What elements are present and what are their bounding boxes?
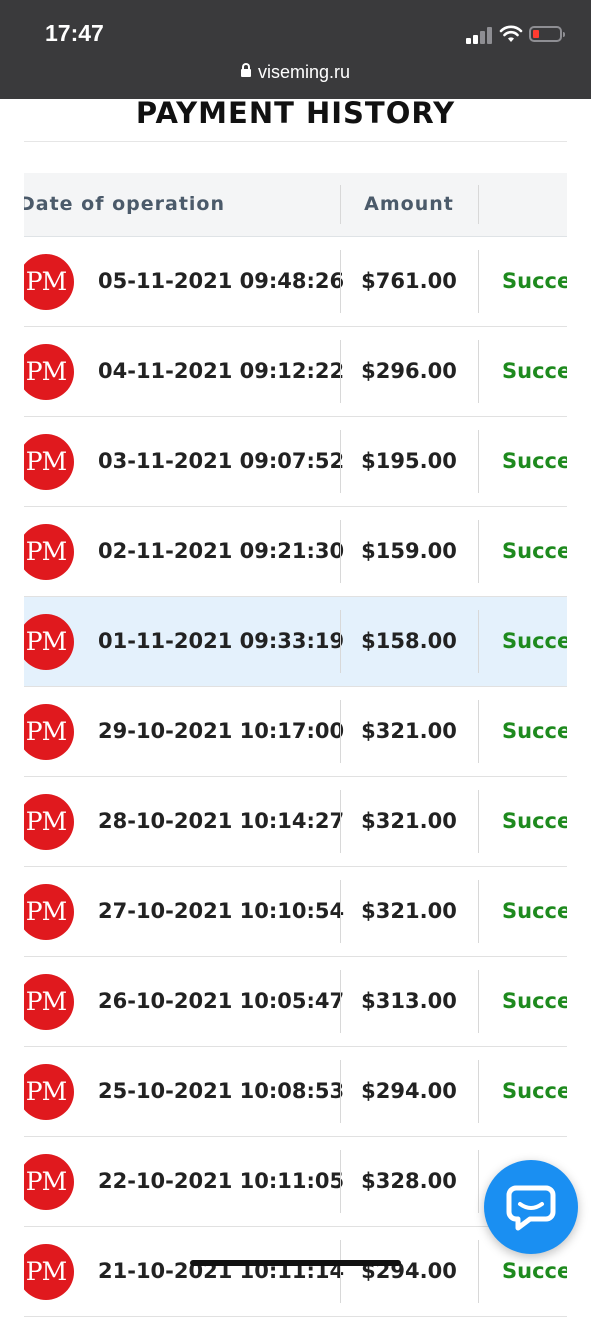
operation-date: 01-11-2021 09:33:19: [98, 629, 345, 653]
column-divider: [478, 1240, 479, 1303]
perfect-money-logo-icon: PM: [24, 344, 74, 400]
table-row[interactable]: PM 21-10-2021 10:11:14 $294.00 Succe: [24, 1227, 567, 1317]
title-divider: [24, 141, 567, 142]
operation-date: 25-10-2021 10:08:53: [98, 1079, 345, 1103]
battery-icon: [529, 26, 565, 42]
signal-icon: [466, 27, 492, 44]
browser-status-bar: 17:47 viseming.ru: [0, 0, 591, 99]
perfect-money-logo-icon: PM: [24, 434, 74, 490]
page-title: PAYMENT HISTORY: [135, 96, 456, 130]
url-text: viseming.ru: [257, 62, 351, 82]
perfect-money-logo-icon: PM: [24, 254, 74, 310]
column-header-date[interactable]: Date of operation: [24, 173, 225, 236]
table-body: PM 05-11-2021 09:48:26 $761.00 Succe PM 04-11…: [24, 237, 567, 1317]
battery-level: [533, 30, 539, 38]
operation-date: 03-11-2021 09:07:52: [98, 449, 345, 473]
perfect-money-logo-icon: PM: [24, 974, 74, 1030]
operation-date: 27-10-2021 10:10:54: [98, 899, 345, 923]
payment-amount: $313.00: [361, 989, 457, 1013]
payment-history-table[interactable]: Date of operation Amount PM 05-11-2021 09…: [24, 173, 567, 1317]
table-row[interactable]: PM 04-11-2021 09:12:22 $296.00 Succe: [24, 327, 567, 417]
table-row[interactable]: PM 28-10-2021 10:14:27 $321.00 Succe: [24, 777, 567, 867]
payment-amount: $321.00: [361, 719, 457, 743]
perfect-money-logo-icon: PM: [24, 524, 74, 580]
column-header-amount[interactable]: Amount: [340, 173, 478, 236]
perfect-money-logo-icon: PM: [24, 884, 74, 940]
payment-status: Succe: [502, 269, 567, 293]
column-divider: [478, 1150, 479, 1213]
column-divider: [478, 185, 479, 224]
table-row[interactable]: PM 25-10-2021 10:08:53 $294.00 Succe: [24, 1047, 567, 1137]
payment-status: Succe: [502, 809, 567, 833]
perfect-money-logo-icon: PM: [24, 794, 74, 850]
payment-amount: $321.00: [361, 899, 457, 923]
payment-amount: $195.00: [361, 449, 457, 473]
column-divider: [478, 790, 479, 853]
table-header: Date of operation Amount: [24, 173, 567, 237]
payment-amount: $761.00: [361, 269, 457, 293]
operation-date: 26-10-2021 10:05:47: [98, 989, 345, 1013]
column-divider: [478, 880, 479, 943]
table-row[interactable]: PM 05-11-2021 09:48:26 $761.00 Succe: [24, 237, 567, 327]
perfect-money-logo-icon: PM: [24, 1064, 74, 1120]
column-divider: [478, 970, 479, 1033]
payment-amount: $158.00: [361, 629, 457, 653]
perfect-money-logo-icon: PM: [24, 1154, 74, 1210]
table-row[interactable]: PM 27-10-2021 10:10:54 $321.00 Succe: [24, 867, 567, 957]
column-divider: [478, 340, 479, 403]
payment-amount: $294.00: [361, 1259, 457, 1283]
perfect-money-logo-icon: PM: [24, 1244, 74, 1300]
operation-date: 21-10-2021 10:11:14: [98, 1259, 345, 1283]
url-bar[interactable]: viseming.ru: [0, 62, 591, 83]
payment-amount: $321.00: [361, 809, 457, 833]
operation-date: 05-11-2021 09:48:26: [98, 269, 345, 293]
payment-amount: $294.00: [361, 1079, 457, 1103]
table-row[interactable]: PM 01-11-2021 09:33:19 $158.00 Succe: [24, 597, 567, 687]
wifi-icon: [499, 25, 523, 42]
column-divider: [478, 520, 479, 583]
table-row[interactable]: PM 03-11-2021 09:07:52 $195.00 Succe: [24, 417, 567, 507]
chat-bubble-icon: [506, 1185, 556, 1231]
operation-date: 22-10-2021 10:11:05: [98, 1169, 345, 1193]
perfect-money-logo-icon: PM: [24, 614, 74, 670]
payment-amount: $296.00: [361, 359, 457, 383]
perfect-money-logo-icon: PM: [24, 704, 74, 760]
lock-icon: [240, 63, 251, 77]
operation-date: 04-11-2021 09:12:22: [98, 359, 345, 383]
table-row[interactable]: PM 29-10-2021 10:17:00 $321.00 Succe: [24, 687, 567, 777]
status-time: 17:47: [45, 20, 104, 46]
chat-button[interactable]: [484, 1160, 578, 1254]
column-divider: [478, 700, 479, 763]
column-divider: [478, 250, 479, 313]
payment-status: Succe: [502, 899, 567, 923]
payment-amount: $328.00: [361, 1169, 457, 1193]
column-divider: [478, 1060, 479, 1123]
column-divider: [478, 610, 479, 673]
payment-status: Succe: [502, 359, 567, 383]
column-divider: [478, 430, 479, 493]
operation-date: 28-10-2021 10:14:27: [98, 809, 345, 833]
payment-status: Succe: [502, 449, 567, 473]
payment-status: Succe: [502, 629, 567, 653]
payment-status: Succe: [502, 1079, 567, 1103]
table-row[interactable]: PM 02-11-2021 09:21:30 $159.00 Succe: [24, 507, 567, 597]
operation-date: 02-11-2021 09:21:30: [98, 539, 345, 563]
payment-status: Succe: [502, 989, 567, 1013]
table-row[interactable]: PM 26-10-2021 10:05:47 $313.00 Succe: [24, 957, 567, 1047]
payment-status: Succe: [502, 539, 567, 563]
payment-amount: $159.00: [361, 539, 457, 563]
payment-status: Succe: [502, 719, 567, 743]
operation-date: 29-10-2021 10:17:00: [98, 719, 345, 743]
home-indicator[interactable]: [190, 1260, 401, 1266]
